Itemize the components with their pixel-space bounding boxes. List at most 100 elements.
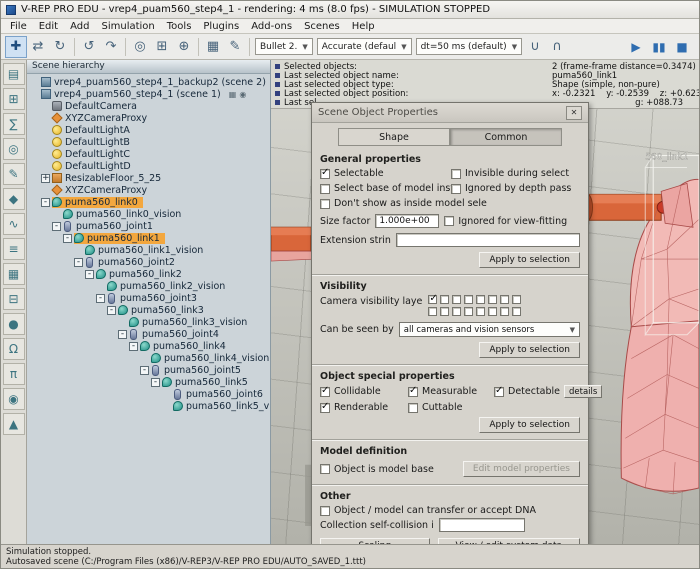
checkbox-box[interactable] <box>451 184 461 194</box>
joint-icon[interactable] <box>174 389 181 400</box>
shape-edit-icon[interactable]: ◆ <box>3 188 25 210</box>
tree-item-label[interactable]: puma560_joint6 <box>186 389 263 400</box>
tree-item-xyzcameraproxy[interactable]: XYZCameraProxy <box>27 184 270 196</box>
collapse-icon[interactable]: - <box>129 342 138 351</box>
tree-item-label[interactable]: puma560_link0 <box>65 197 138 208</box>
collapse-icon[interactable]: - <box>107 306 116 315</box>
apply-to-selection-visibility-button[interactable]: Apply to selection <box>479 342 580 358</box>
tree-item-xyzcameraproxy[interactable]: XYZCameraProxy <box>27 112 270 124</box>
tree-item-label[interactable]: puma560_link2 <box>109 269 182 280</box>
layer-checkbox[interactable] <box>464 307 473 316</box>
tree-item-puma560-joint1[interactable]: -puma560_joint1 <box>27 220 270 232</box>
fullscreen-icon[interactable]: ▲ <box>3 413 25 435</box>
tree-item-label[interactable]: puma560_link3_vision <box>142 317 247 328</box>
tree-item-vrep4-puam560-step4-1-backup2-scene-2-[interactable]: vrep4_puam560_step4_1_backup2 (scene 2) <box>27 76 270 88</box>
layer-checkbox[interactable] <box>428 295 437 304</box>
selection-icon[interactable]: ▦ <box>202 36 224 58</box>
tree-item-puma560-joint5[interactable]: -puma560_joint5 <box>27 364 270 376</box>
menu-add-ons[interactable]: Add-ons <box>245 21 298 32</box>
cuttable-checkbox[interactable]: Cuttable <box>408 402 494 413</box>
tree-item-label[interactable]: vrep4_puam560_step4_1 (scene 1) <box>54 89 221 100</box>
tree-item-puma560-joint3[interactable]: -puma560_joint3 <box>27 292 270 304</box>
tree-item-label[interactable]: puma560_joint4 <box>142 329 219 340</box>
checkbox-box[interactable] <box>320 506 330 516</box>
collection-self-collision-input[interactable] <box>439 518 525 532</box>
script-edit-icon[interactable]: ✎ <box>224 36 246 58</box>
checkbox-box[interactable] <box>320 387 330 397</box>
invisible-during-select-checkbox[interactable]: Invisible during select <box>451 168 580 179</box>
measurable-checkbox[interactable]: Measurable <box>408 386 494 397</box>
apply-to-selection-general-button[interactable]: Apply to selection <box>479 252 580 268</box>
tree-item-resizablefloor-5-25[interactable]: +ResizableFloor_5_25 <box>27 172 270 184</box>
layer-checkbox[interactable] <box>476 307 485 316</box>
rotate-tool-icon[interactable]: ↻ <box>49 36 71 58</box>
tree-item-defaultcamera[interactable]: DefaultCamera <box>27 100 270 112</box>
checkbox-box[interactable] <box>451 169 461 179</box>
magnet-icon[interactable]: ∪ <box>524 36 546 58</box>
layer-checkbox[interactable] <box>488 307 497 316</box>
tree-item-puma560-link0-vision[interactable]: puma560_link0_vision <box>27 208 270 220</box>
layer-checkbox[interactable] <box>452 307 461 316</box>
collapse-icon[interactable]: - <box>151 378 160 387</box>
shape-icon[interactable] <box>63 209 73 219</box>
object-properties-icon[interactable]: ⊞ <box>3 88 25 110</box>
proxy-icon[interactable] <box>51 112 62 123</box>
shape-icon[interactable] <box>96 269 106 279</box>
collapse-icon[interactable]: - <box>96 294 105 303</box>
accuracy-combo[interactable]: Accurate (defaul▼ <box>317 38 412 55</box>
selectable-checkbox[interactable]: Selectable <box>320 168 449 179</box>
ignored-by-depth-pass-checkbox[interactable]: Ignored by depth pass <box>451 183 580 194</box>
tree-item-label[interactable]: DefaultLightD <box>65 161 131 172</box>
tree-item-label[interactable]: XYZCameraProxy <box>65 113 147 124</box>
viewport-3d[interactable]: B <box>271 60 699 544</box>
tree-item-puma560-link2[interactable]: - puma560_link2 <box>27 268 270 280</box>
tree-item-vrep4-puam560-step4-1-scene-1-[interactable]: vrep4_puam560_step4_1 (scene 1)▦◉ <box>27 88 270 100</box>
collapse-icon[interactable]: - <box>52 222 61 231</box>
object-is-model-base-checkbox[interactable]: Object is model base <box>320 464 434 475</box>
snap-icon[interactable]: ∩ <box>546 36 568 58</box>
calculation-modules-icon[interactable]: ∑ <box>3 113 25 135</box>
layer-checkbox[interactable] <box>512 295 521 304</box>
video-recorder-icon[interactable]: ● <box>3 313 25 335</box>
tree-item-defaultlightd[interactable]: DefaultLightD <box>27 160 270 172</box>
menu-simulation[interactable]: Simulation <box>95 21 160 32</box>
collapse-icon[interactable]: - <box>85 270 94 279</box>
dont-show-inside-model-checkbox[interactable]: Don't show as inside model sele <box>320 198 580 209</box>
detectable-details-button[interactable]: details <box>564 385 602 398</box>
layer-checkbox[interactable] <box>512 307 521 316</box>
tree-item-defaultlightc[interactable]: DefaultLightC <box>27 148 270 160</box>
dialog-title-bar[interactable]: Scene Object Properties ✕ <box>312 103 588 123</box>
joint-icon[interactable] <box>86 257 93 268</box>
layer-checkbox[interactable] <box>428 307 437 316</box>
edit-model-properties-button[interactable]: Edit model properties <box>463 461 580 477</box>
expand-icon[interactable]: + <box>41 174 50 183</box>
tree-item-label[interactable]: puma560_link5_vision <box>186 401 271 412</box>
menu-file[interactable]: File <box>4 21 33 32</box>
joint-icon[interactable] <box>108 293 115 304</box>
shape-icon[interactable] <box>118 305 128 315</box>
scene-icon[interactable] <box>41 77 51 87</box>
undo-icon[interactable]: ↺ <box>78 36 100 58</box>
layer-checkbox[interactable] <box>500 307 509 316</box>
tree-item-puma560-link0[interactable]: -puma560_link0 <box>27 196 270 208</box>
joint-icon[interactable] <box>130 329 137 340</box>
model-browser-icon[interactable]: ▦ <box>3 263 25 285</box>
collapse-icon[interactable]: - <box>74 258 83 267</box>
simulation-settings-icon[interactable]: ▤ <box>3 63 25 85</box>
pause-button[interactable]: ▮▮ <box>649 37 669 57</box>
light-icon[interactable] <box>52 125 62 135</box>
camera-icon[interactable]: ◉ <box>239 90 246 99</box>
checkbox-box[interactable] <box>320 199 330 209</box>
shape-icon[interactable] <box>162 377 172 387</box>
checkbox-box[interactable] <box>320 169 330 179</box>
layer-checkbox[interactable] <box>488 295 497 304</box>
tree-item-puma560-link2-vision[interactable]: puma560_link2_vision <box>27 280 270 292</box>
menu-add[interactable]: Add <box>64 21 95 32</box>
light-icon[interactable] <box>52 149 62 159</box>
scaling-button[interactable]: Scaling <box>320 538 430 544</box>
tree-item-label[interactable]: XYZCameraProxy <box>65 185 147 196</box>
apply-to-selection-special-button[interactable]: Apply to selection <box>479 417 580 433</box>
layer-checkbox[interactable] <box>500 295 509 304</box>
camera-zoom-icon[interactable]: ◎ <box>129 36 151 58</box>
tree-item-label[interactable]: vrep4_puam560_step4_1_backup2 (scene 2) <box>54 77 266 88</box>
